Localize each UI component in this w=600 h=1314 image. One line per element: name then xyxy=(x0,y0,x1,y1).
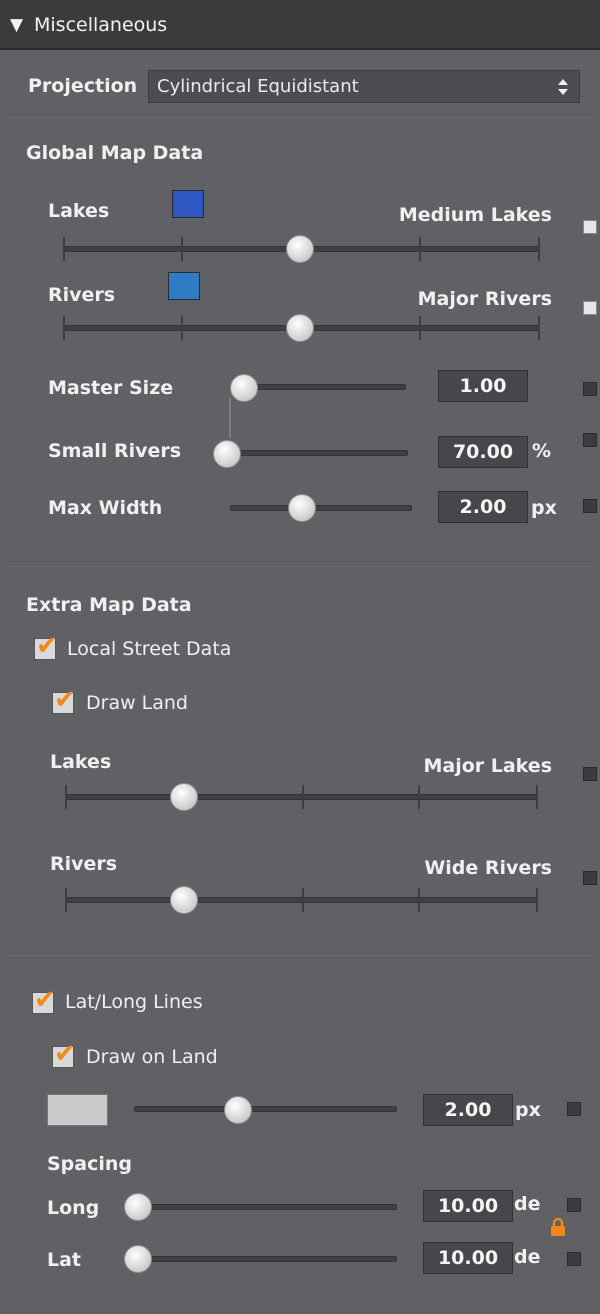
slider-tick xyxy=(418,785,420,809)
slider-tick xyxy=(181,316,183,340)
divider xyxy=(6,955,594,956)
slider-tick xyxy=(65,785,67,809)
lat-slider-track[interactable] xyxy=(126,1256,397,1262)
long-label: Long xyxy=(47,1197,100,1219)
lat-long-width-unit: px xyxy=(515,1099,541,1121)
checkmark-icon: ✔ xyxy=(36,631,58,661)
small-rivers-input[interactable]: 70.00 xyxy=(438,436,528,468)
extra-rivers-label: Rivers xyxy=(50,853,118,875)
max-width-label: Max Width xyxy=(48,497,163,519)
projection-select[interactable]: Cylindrical Equidistant xyxy=(148,70,580,103)
max-width-slider-thumb[interactable] xyxy=(288,494,316,522)
max-width-input[interactable]: 2.00 xyxy=(438,491,528,523)
lat-long-lines-label: Lat/Long Lines xyxy=(65,991,203,1013)
rivers-color-swatch[interactable] xyxy=(168,272,200,300)
slider-tick xyxy=(536,888,538,912)
slider-tick xyxy=(302,785,304,809)
long-unit: de xyxy=(514,1193,541,1215)
lakes-value-label: Medium Lakes xyxy=(398,204,552,226)
divider xyxy=(6,566,594,567)
master-size-slider-track[interactable] xyxy=(232,384,406,390)
slider-tick xyxy=(63,237,65,261)
lat-input[interactable]: 10.00 xyxy=(423,1242,513,1274)
master-size-input[interactable]: 1.00 xyxy=(438,370,528,402)
master-size-keyframe-button[interactable] xyxy=(583,382,597,396)
lat-long-width-input[interactable]: 2.00 xyxy=(423,1094,513,1126)
long-keyframe-button[interactable] xyxy=(567,1198,581,1212)
extra-map-data-title: Extra Map Data xyxy=(26,594,192,616)
extra-rivers-slider-thumb[interactable] xyxy=(170,886,198,914)
lakes-keyframe-button[interactable] xyxy=(583,220,597,234)
long-slider-track[interactable] xyxy=(126,1204,397,1210)
lat-long-color-swatch[interactable] xyxy=(47,1094,108,1126)
slider-tick xyxy=(538,316,540,340)
extra-lakes-value-label: Major Lakes xyxy=(423,755,552,777)
extra-lakes-keyframe-button[interactable] xyxy=(583,767,597,781)
rivers-value-label: Major Rivers xyxy=(417,288,552,310)
long-input[interactable]: 10.00 xyxy=(423,1190,513,1222)
lat-label: Lat xyxy=(47,1249,82,1271)
rivers-label: Rivers xyxy=(48,284,116,306)
slider-tick xyxy=(419,316,421,340)
checkmark-icon: ✔ xyxy=(54,1039,76,1069)
link-line xyxy=(229,398,231,438)
divider xyxy=(6,117,594,118)
extra-rivers-keyframe-button[interactable] xyxy=(583,871,597,885)
slider-tick xyxy=(302,888,304,912)
small-rivers-keyframe-button[interactable] xyxy=(583,433,597,447)
max-width-unit: px xyxy=(531,497,557,519)
master-size-slider-thumb[interactable] xyxy=(230,374,258,402)
slider-tick xyxy=(418,888,420,912)
small-rivers-slider-track[interactable] xyxy=(225,450,408,456)
draw-land-checkbox[interactable]: ✔ xyxy=(52,687,76,714)
rivers-slider-thumb[interactable] xyxy=(286,314,314,342)
draw-on-land-checkbox[interactable]: ✔ xyxy=(52,1041,76,1068)
miscellaneous-panel: ▼ Miscellaneous Projection Cylindrical E… xyxy=(0,0,600,1314)
collapse-triangle-icon[interactable]: ▼ xyxy=(10,0,23,50)
draw-on-land-label: Draw on Land xyxy=(86,1046,218,1068)
local-street-data-checkbox[interactable]: ✔ xyxy=(34,633,58,660)
lock-icon[interactable] xyxy=(549,1217,567,1237)
small-rivers-unit: % xyxy=(532,440,552,462)
slider-tick xyxy=(419,237,421,261)
max-width-keyframe-button[interactable] xyxy=(583,499,597,513)
extra-lakes-slider-thumb[interactable] xyxy=(170,783,198,811)
checkmark-icon: ✔ xyxy=(34,985,56,1015)
small-rivers-slider-thumb[interactable] xyxy=(213,440,241,468)
lat-unit: de xyxy=(514,1246,541,1268)
slider-tick xyxy=(538,237,540,261)
section-header[interactable]: ▼ Miscellaneous xyxy=(0,0,600,50)
small-rivers-label: Small Rivers xyxy=(48,440,182,462)
lakes-slider-thumb[interactable] xyxy=(286,235,314,263)
lat-slider-thumb[interactable] xyxy=(124,1245,152,1273)
projection-label: Projection xyxy=(28,75,138,97)
global-map-data-title: Global Map Data xyxy=(26,142,204,164)
lat-long-lines-checkbox[interactable]: ✔ xyxy=(32,987,56,1014)
lat-keyframe-button[interactable] xyxy=(567,1252,581,1266)
extra-lakes-label: Lakes xyxy=(50,751,112,773)
lakes-label: Lakes xyxy=(48,200,110,222)
updown-arrows-icon xyxy=(556,76,570,98)
max-width-slider-track[interactable] xyxy=(230,505,412,511)
projection-value: Cylindrical Equidistant xyxy=(157,76,359,97)
spacing-title: Spacing xyxy=(47,1153,133,1175)
slider-tick xyxy=(536,785,538,809)
slider-tick xyxy=(65,888,67,912)
local-street-data-label: Local Street Data xyxy=(67,638,232,660)
lat-long-width-slider-track[interactable] xyxy=(134,1106,397,1112)
draw-land-label: Draw Land xyxy=(86,692,188,714)
extra-rivers-value-label: Wide Rivers xyxy=(424,857,552,879)
long-slider-thumb[interactable] xyxy=(124,1193,152,1221)
section-title: Miscellaneous xyxy=(34,14,168,36)
rivers-keyframe-button[interactable] xyxy=(583,301,597,315)
checkmark-icon: ✔ xyxy=(54,685,76,715)
lat-long-width-keyframe-button[interactable] xyxy=(567,1102,581,1116)
lat-long-width-slider-thumb[interactable] xyxy=(224,1096,252,1124)
slider-tick xyxy=(63,316,65,340)
slider-tick xyxy=(181,237,183,261)
lakes-color-swatch[interactable] xyxy=(172,190,204,218)
master-size-label: Master Size xyxy=(48,377,174,399)
